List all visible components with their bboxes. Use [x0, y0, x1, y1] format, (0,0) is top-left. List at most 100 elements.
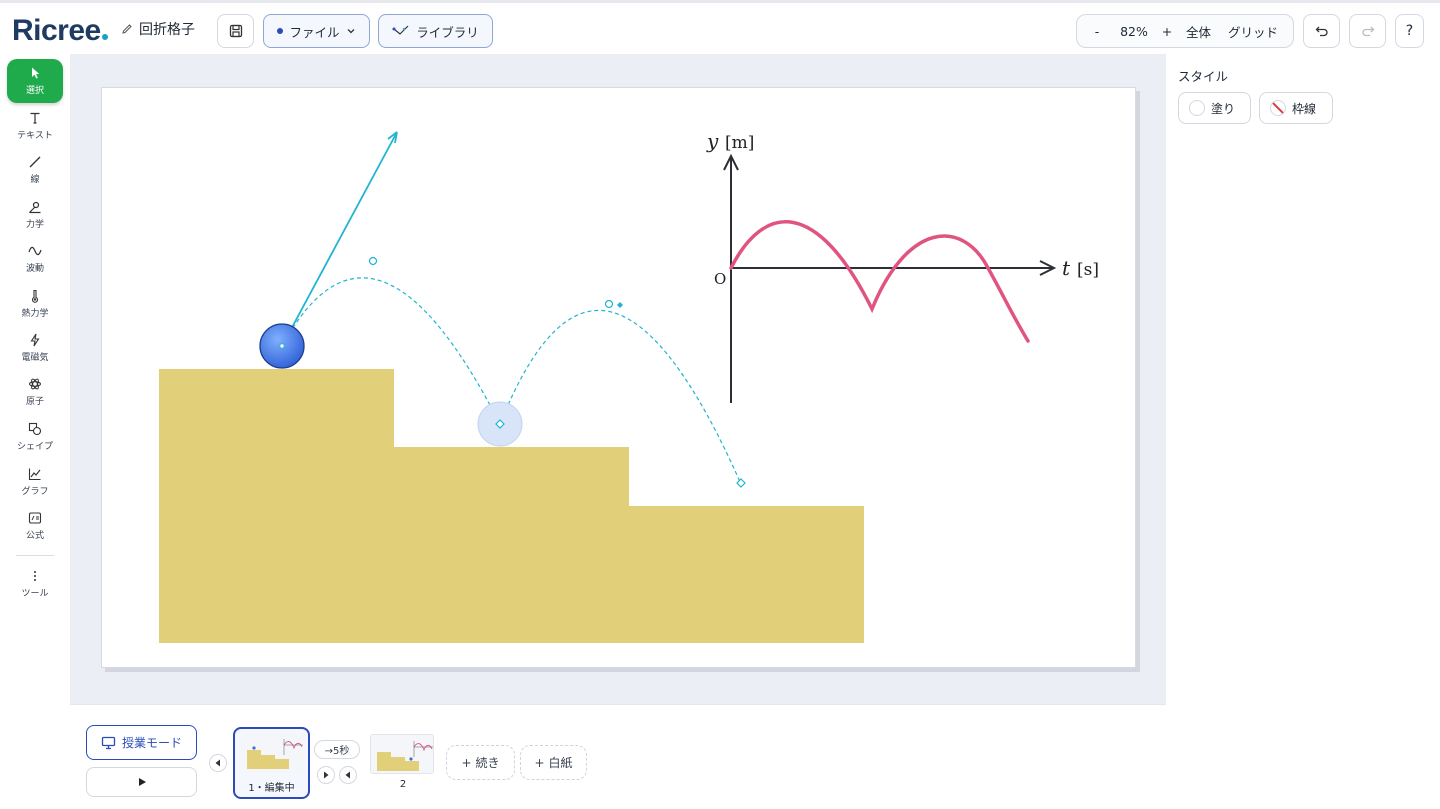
library-label: ライブラリ	[416, 24, 479, 40]
stroke-button[interactable]: 枠線	[1259, 92, 1333, 124]
tool-label: 波動	[25, 264, 44, 274]
tool-formula[interactable]: 公式	[7, 506, 63, 546]
logo-dot	[101, 34, 108, 40]
formula-icon	[28, 512, 42, 524]
undo-button[interactable]	[1303, 14, 1340, 48]
tool-graph[interactable]: グラフ	[7, 462, 63, 502]
tool-select[interactable]: 選択	[7, 59, 63, 103]
slide-strip: 授業モード 1・編集中 →5秒 2 + 続き + 白紙	[70, 704, 1166, 809]
pencil-icon	[122, 24, 132, 34]
tool-line[interactable]: 線	[7, 150, 63, 190]
add-blank-slide-button[interactable]: + 白紙	[520, 745, 587, 780]
continue-label: 続き	[475, 756, 500, 770]
library-button[interactable]: ライブラリ	[378, 14, 493, 48]
triangle-right-icon	[324, 771, 329, 779]
document-title[interactable]: 回折格子	[121, 19, 195, 39]
text-icon	[30, 112, 40, 124]
file-menu-button[interactable]: ファイル	[263, 14, 370, 48]
monitor-icon	[101, 736, 116, 749]
ball-center-handle[interactable]	[279, 343, 285, 349]
trajectory-marker[interactable]	[617, 302, 623, 308]
tool-label: 選択	[25, 86, 44, 96]
tool-label: テキスト	[17, 131, 53, 141]
move-slide-left-button[interactable]	[209, 754, 227, 772]
atom-icon	[29, 378, 41, 390]
x-axis-unit: [s]	[1077, 260, 1099, 280]
trajectory-point[interactable]	[736, 478, 746, 488]
app-logo[interactable]: Ricree	[12, 14, 108, 48]
grid-toggle-button[interactable]: グリッド	[1228, 22, 1278, 41]
zoom-out-button[interactable]: -	[1089, 24, 1105, 39]
tool-shapes[interactable]: シェイプ	[7, 417, 63, 457]
slide-canvas[interactable]: y [m] t [s] O	[101, 87, 1136, 668]
style-panel-title: スタイル	[1178, 69, 1229, 84]
trajectory-point[interactable]	[604, 299, 614, 309]
tool-more[interactable]: ツール	[7, 564, 63, 604]
more-icon	[34, 571, 36, 581]
fill-swatch-icon	[1189, 100, 1205, 116]
plus-icon: +	[461, 755, 472, 770]
tool-label: 力学	[25, 220, 44, 230]
triangle-left-icon	[215, 759, 220, 767]
tool-label: 原子	[25, 397, 44, 407]
slide-thumbnail-image	[241, 733, 305, 773]
help-button[interactable]: ?	[1395, 14, 1424, 48]
tool-mechanics[interactable]: 力学	[7, 195, 63, 235]
class-mode-label: 授業モード	[121, 736, 182, 750]
class-mode-button[interactable]: 授業モード	[86, 725, 197, 760]
fit-all-button[interactable]: 全体	[1186, 22, 1211, 41]
graph-curve[interactable]	[729, 220, 1030, 343]
file-menu-label: ファイル	[289, 24, 340, 40]
line-icon	[29, 156, 41, 168]
tool-label: 線	[30, 175, 40, 185]
tool-divider	[16, 555, 54, 556]
document-title-text: 回折格子	[139, 22, 195, 38]
blank-label: 白紙	[548, 756, 573, 770]
tool-label: ツール	[21, 589, 49, 599]
save-icon	[229, 24, 242, 38]
top-toolbar: Ricree 回折格子 ファイル ライブラリ - 82% + 全体 グリッド ?	[0, 0, 1440, 54]
thermometer-icon	[31, 289, 39, 303]
move-slide-right-button[interactable]	[317, 766, 335, 784]
origin-label: O	[714, 270, 726, 288]
graph-icon	[28, 468, 41, 481]
slide-thumbnail-1[interactable]: 1・編集中	[233, 727, 310, 799]
zoom-level: 82%	[1120, 23, 1148, 39]
move-slide-left-button[interactable]	[339, 766, 357, 784]
add-continuation-slide-button[interactable]: + 続き	[446, 745, 515, 780]
lightning-icon	[30, 333, 40, 347]
tool-thermo[interactable]: 熱力学	[7, 284, 63, 324]
play-button[interactable]	[86, 767, 197, 797]
status-dot-icon	[277, 28, 284, 34]
redo-button[interactable]	[1349, 14, 1386, 48]
stroke-label: 枠線	[1292, 101, 1317, 116]
fill-button[interactable]: 塗り	[1178, 92, 1251, 124]
redo-icon	[1361, 26, 1374, 37]
chevron-down-icon	[347, 29, 354, 34]
plus-icon: +	[534, 755, 545, 770]
trajectory-point[interactable]	[368, 256, 378, 266]
undo-icon	[1315, 26, 1328, 37]
slide-drawing: y [m] t [s] O	[159, 129, 1099, 643]
transition-badge[interactable]: →5秒	[314, 740, 360, 759]
logo-text: Ricree	[12, 14, 101, 47]
slide-thumbnail-label: 2	[399, 779, 407, 790]
triangle-left-icon	[345, 771, 350, 779]
slide-thumbnail-2[interactable]: 2	[367, 730, 439, 796]
slide-thumbnail-label: 1・編集中	[248, 783, 295, 794]
velocity-arrow[interactable]	[281, 131, 398, 347]
slide-thumbnail-image	[370, 734, 434, 774]
tool-text[interactable]: テキスト	[7, 106, 63, 146]
tool-palette: 選択 テキスト 線 力学 波動 熱力学 電磁気 原子 シェイプ グラフ 公式 ツ…	[0, 54, 70, 809]
tool-label: シェイプ	[16, 442, 53, 452]
zoom-in-button[interactable]: +	[1159, 24, 1175, 39]
tool-wave[interactable]: 波動	[7, 239, 63, 279]
wave-icon	[28, 246, 42, 256]
tool-atom[interactable]: 原子	[7, 372, 63, 412]
tool-label: 公式	[25, 531, 44, 541]
save-button[interactable]	[217, 14, 254, 48]
tool-electromagnetism[interactable]: 電磁気	[7, 328, 63, 368]
tool-label: 熱力学	[21, 309, 49, 319]
graph-axes[interactable]	[723, 153, 1057, 403]
pointer-icon	[32, 67, 40, 79]
